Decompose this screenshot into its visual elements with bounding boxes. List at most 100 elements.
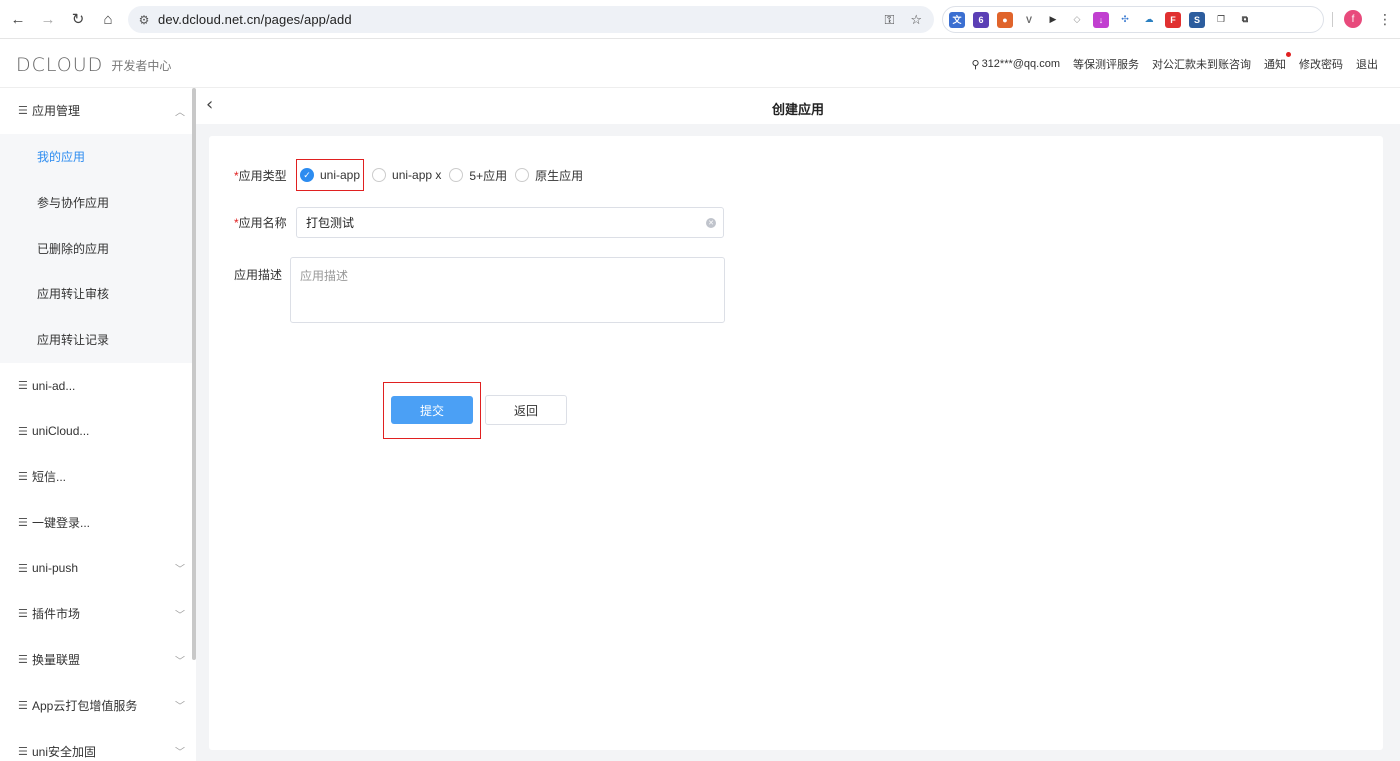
create-app-form: *应用类型 ✓ uni-app uni-app x 5+应用 原生应用 *应用名… bbox=[209, 136, 1383, 750]
list-icon: ☰ bbox=[18, 380, 28, 393]
user-account-link[interactable]: ⚲ 312***@qq.com bbox=[972, 58, 1061, 71]
extension-copy-icon[interactable]: ❐ bbox=[1213, 11, 1229, 28]
sidebar-group-security-hardening[interactable]: ☰ uni安全加固 ﹀ bbox=[0, 728, 193, 761]
list-icon: ☰ bbox=[18, 745, 28, 758]
app-name-label: *应用名称 bbox=[234, 216, 287, 230]
reload-icon[interactable]: ↻ bbox=[63, 4, 93, 34]
sidebar-group-label: uni安全加固 bbox=[32, 744, 97, 759]
app-type-radio-group: ✓ uni-app uni-app x 5+应用 原生应用 bbox=[296, 159, 591, 191]
sidebar-group-unicloud[interactable]: ☰ uniCloud... bbox=[0, 408, 193, 454]
header-link-security-assessment[interactable]: 等保测评服务 bbox=[1073, 56, 1139, 72]
forward-icon[interactable]: → bbox=[33, 4, 63, 34]
form-row-app-type: *应用类型 ✓ uni-app uni-app x 5+应用 原生应用 bbox=[234, 159, 591, 191]
list-icon: ☰ bbox=[18, 425, 28, 438]
app-name-value: 打包测试 bbox=[306, 216, 355, 230]
address-bar[interactable]: ⚙ dev.dcloud.net.cn/pages/app/add ⚿ ☆ bbox=[128, 6, 934, 33]
home-icon[interactable]: ⌂ bbox=[93, 4, 123, 34]
sidebar-group-label: uniCloud... bbox=[32, 424, 90, 439]
extension-shield-icon[interactable]: ◇ bbox=[1069, 11, 1085, 28]
sidebar-item-transfer-review[interactable]: 应用转让审核 bbox=[0, 271, 193, 317]
back-icon[interactable]: ← bbox=[3, 4, 33, 34]
header-link-change-password[interactable]: 修改密码 bbox=[1299, 56, 1343, 72]
sidebar-item-transfer-records[interactable]: 应用转让记录 bbox=[0, 317, 193, 363]
sidebar-group-label: App云打包增值服务 bbox=[32, 698, 138, 713]
chevron-up-icon: ︿ bbox=[175, 107, 185, 119]
header-link-logout[interactable]: 退出 bbox=[1356, 56, 1378, 72]
checkmark-icon: ✓ bbox=[300, 168, 314, 182]
extensions-bar: 文 6 ● V ▶ ◇ ↓ ✣ ☁ F S ❐ ⧉ bbox=[942, 6, 1324, 33]
sidebar-group-uni-push[interactable]: ☰ uni-push ﹀ bbox=[0, 545, 193, 591]
app-desc-textarea[interactable]: 应用描述 bbox=[290, 257, 725, 323]
logo-mark: DCLOUD bbox=[16, 54, 104, 76]
extension-badge-icon[interactable]: 6 bbox=[973, 11, 989, 28]
list-icon: ☰ bbox=[18, 562, 28, 575]
extension-red-icon[interactable]: F bbox=[1165, 11, 1181, 28]
header-nav: ⚲ 312***@qq.com 等保测评服务 对公汇款未到账咨询 通知 修改密码… bbox=[972, 52, 1378, 72]
profile-avatar[interactable]: f bbox=[1344, 10, 1362, 28]
list-icon: ☰ bbox=[18, 517, 28, 530]
sidebar-group-label: uni-ad... bbox=[32, 378, 76, 393]
browser-toolbar: ← → ↻ ⌂ ⚙ dev.dcloud.net.cn/pages/app/ad… bbox=[0, 0, 1400, 39]
radio-label: 5+应用 bbox=[469, 168, 508, 183]
submit-button[interactable]: 提交 bbox=[391, 396, 473, 424]
chevron-down-icon: ﹀ bbox=[175, 610, 185, 622]
sidebar: ☰ 应用管理 ︿ 我的应用 参与协作应用 已删除的应用 应用转让审核 应用转让记… bbox=[0, 88, 193, 761]
extension-cloud-icon[interactable]: ☁ bbox=[1141, 11, 1157, 28]
extension-v-icon[interactable]: V bbox=[1021, 11, 1037, 28]
extension-orange-icon[interactable]: ● bbox=[997, 11, 1013, 28]
chevron-down-icon: ﹀ bbox=[175, 747, 185, 759]
extension-download-icon[interactable]: ↓ bbox=[1093, 11, 1109, 28]
chevron-down-icon: ﹀ bbox=[175, 564, 185, 576]
sidebar-group-plugin-market[interactable]: ☰ 插件市场 ﹀ bbox=[0, 591, 193, 637]
url-text[interactable]: dev.dcloud.net.cn/pages/app/add bbox=[158, 12, 352, 27]
extension-translate-icon[interactable]: 文 bbox=[949, 11, 965, 28]
sidebar-item-my-apps[interactable]: 我的应用 bbox=[0, 134, 193, 180]
header-link-remittance-inquiry[interactable]: 对公汇款未到账咨询 bbox=[1152, 56, 1251, 72]
sidebar-group-label: 一键登录... bbox=[32, 516, 91, 531]
sidebar-item-deleted-apps[interactable]: 已删除的应用 bbox=[0, 225, 193, 271]
sidebar-group-label: 插件市场 bbox=[32, 607, 81, 622]
extension-play-icon[interactable]: ▶ bbox=[1045, 11, 1061, 28]
list-icon: ☰ bbox=[18, 699, 28, 712]
radio-uni-app[interactable]: ✓ uni-app bbox=[296, 159, 365, 191]
browser-menu-icon[interactable]: ⋮ bbox=[1378, 10, 1392, 28]
sidebar-group-label: uni-push bbox=[32, 561, 79, 576]
logo-subtitle: 开发者中心 bbox=[111, 58, 172, 73]
radio-uni-app-x[interactable]: uni-app x bbox=[372, 168, 441, 182]
sidebar-group-traffic-exchange[interactable]: ☰ 换量联盟 ﹀ bbox=[0, 637, 193, 683]
main-content: ‹ 创建应用 *应用类型 ✓ uni-app uni-app x 5+应用 原生… bbox=[196, 88, 1400, 761]
radio-circle-icon bbox=[449, 168, 464, 182]
sidebar-item-collab-apps[interactable]: 参与协作应用 bbox=[0, 179, 193, 225]
sidebar-submenu: 我的应用 参与协作应用 已删除的应用 应用转让审核 应用转让记录 bbox=[0, 133, 193, 363]
site-header: DCLOUD 开发者中心 ⚲ 312***@qq.com 等保测评服务 对公汇款… bbox=[0, 39, 1400, 88]
sidebar-group-sms[interactable]: ☰ 短信... bbox=[0, 454, 193, 500]
extensions-puzzle-icon[interactable]: ⧉ bbox=[1237, 11, 1253, 28]
clear-input-icon[interactable]: ✕ bbox=[706, 218, 716, 228]
sidebar-group-uni-ad[interactable]: ☰ uni-ad... bbox=[0, 363, 193, 409]
radio-5plus-app[interactable]: 5+应用 bbox=[449, 167, 507, 184]
radio-circle-icon bbox=[515, 168, 530, 182]
page-header: ‹ 创建应用 bbox=[196, 88, 1400, 124]
list-icon: ☰ bbox=[18, 105, 28, 118]
sidebar-group-cloud-packaging[interactable]: ☰ App云打包增值服务 ﹀ bbox=[0, 682, 193, 728]
app-name-input[interactable]: 打包测试 ✕ bbox=[296, 207, 724, 238]
form-row-app-name: *应用名称 打包测试 ✕ bbox=[234, 207, 724, 238]
radio-circle-icon bbox=[372, 168, 387, 182]
toolbar-divider bbox=[1332, 12, 1333, 27]
app-type-label: *应用类型 bbox=[234, 168, 287, 183]
user-icon: ⚲ bbox=[971, 58, 980, 71]
extension-s-icon[interactable]: S bbox=[1189, 11, 1205, 28]
dcloud-logo[interactable]: DCLOUD 开发者中心 bbox=[16, 54, 171, 76]
sidebar-group-one-click-login[interactable]: ☰ 一键登录... bbox=[0, 500, 193, 546]
sidebar-group-app-management[interactable]: ☰ 应用管理 ︿ bbox=[0, 88, 193, 134]
password-key-icon[interactable]: ⚿ bbox=[884, 12, 894, 28]
back-button[interactable]: 返回 bbox=[485, 395, 567, 425]
form-row-app-desc: 应用描述 应用描述 bbox=[234, 257, 725, 323]
header-link-notifications[interactable]: 通知 bbox=[1264, 52, 1291, 72]
bookmark-star-icon[interactable]: ☆ bbox=[910, 12, 922, 28]
extension-network-icon[interactable]: ✣ bbox=[1117, 11, 1133, 28]
radio-label: uni-app x bbox=[392, 168, 442, 182]
site-info-icon[interactable]: ⚙ bbox=[130, 13, 158, 27]
radio-native-app[interactable]: 原生应用 bbox=[515, 167, 583, 184]
user-email: 312***@qq.com bbox=[981, 58, 1060, 70]
